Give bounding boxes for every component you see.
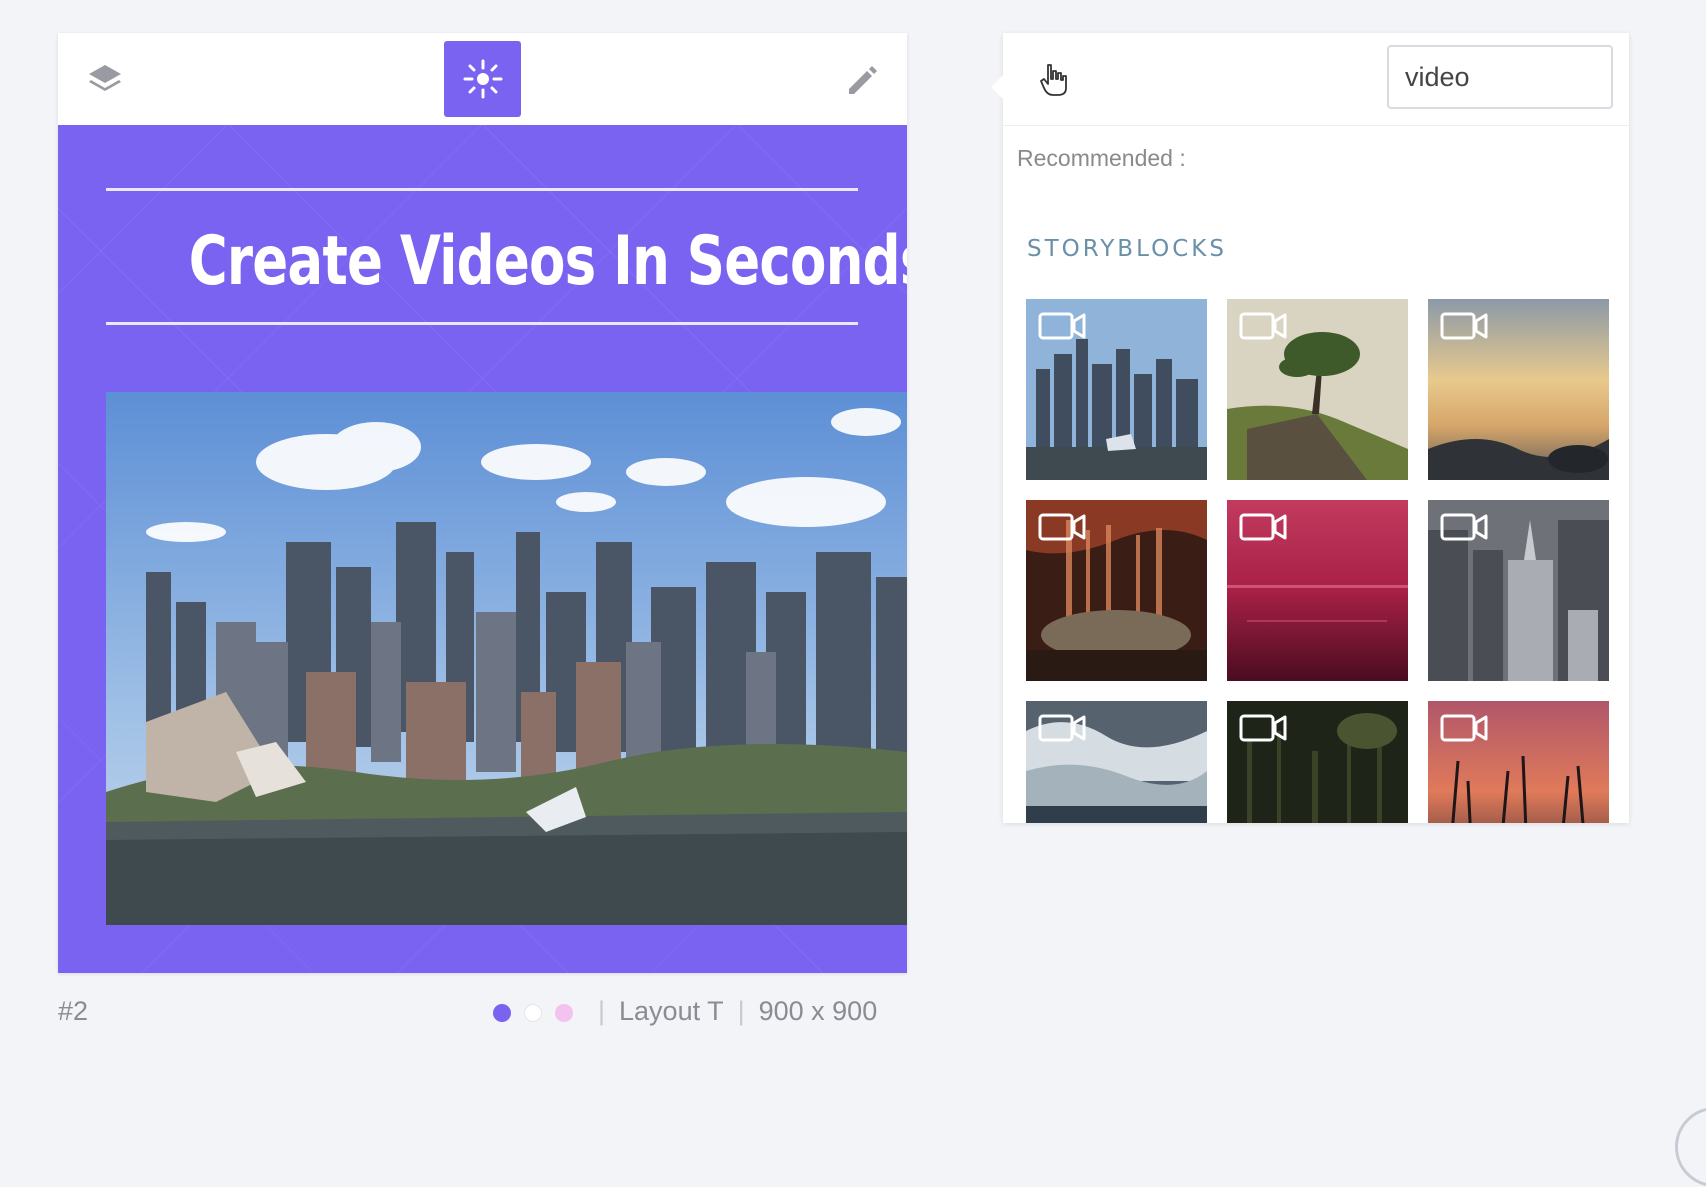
swatch-pink[interactable] (555, 1004, 573, 1022)
pencil-icon (848, 66, 877, 94)
headline-text[interactable]: Create Videos In Seconds (189, 221, 907, 303)
swatch-white[interactable] (524, 1004, 542, 1022)
design-canvas[interactable]: Create Videos In Seconds (58, 125, 907, 973)
recommended-label: Recommended : (1017, 145, 1186, 171)
layers-icon (88, 65, 121, 91)
video-camera-icon (1038, 513, 1086, 541)
video-tile-lone-tree[interactable] (1227, 299, 1408, 480)
separator: | (737, 996, 745, 1026)
effects-button[interactable] (444, 41, 521, 117)
video-tile-red-water[interactable] (1227, 500, 1408, 681)
slide-number: #2 (58, 996, 89, 1026)
video-tile-reeds-sunset[interactable] (1428, 701, 1609, 823)
media-search-panel: Recommended : STORYBLOCKS (991, 33, 1629, 823)
video-tile-aerial-buildings[interactable] (1428, 500, 1609, 681)
video-tile-ocean-waves[interactable] (1026, 701, 1207, 823)
video-camera-icon (1038, 714, 1086, 742)
video-camera-icon (1239, 513, 1287, 541)
editor-toolbar (58, 33, 907, 125)
video-camera-icon (1239, 312, 1287, 340)
swatch-purple[interactable] (493, 1004, 511, 1022)
video-tile-fire-waterfall[interactable] (1026, 500, 1207, 681)
separator: | (598, 996, 606, 1026)
media-search-input[interactable] (1387, 45, 1613, 109)
card-footer: #2 | Layout T | 900 x 900 (58, 990, 907, 1030)
city-video-frame[interactable] (106, 392, 907, 925)
video-tile-dark-forest[interactable] (1227, 701, 1408, 823)
video-camera-icon (1239, 714, 1287, 742)
video-tile-city-skyline[interactable] (1026, 299, 1207, 480)
panel-header (1003, 33, 1629, 126)
layers-button[interactable] (66, 41, 143, 117)
floating-action-button[interactable] (1675, 1107, 1706, 1187)
video-results-grid (1026, 299, 1609, 823)
video-tile-sunset-shore[interactable] (1428, 299, 1609, 480)
layout-label[interactable]: Layout T (619, 996, 724, 1027)
city-skyline-image (106, 392, 907, 925)
panel-pointer-arrow (991, 75, 1003, 99)
video-camera-icon (1440, 513, 1488, 541)
color-swatches (493, 1004, 573, 1022)
title-bottom-rule (106, 322, 858, 325)
video-camera-icon (1440, 714, 1488, 742)
edit-button[interactable] (822, 41, 899, 117)
dimensions-label: 900 x 900 (758, 996, 878, 1026)
sparkle-icon (463, 59, 502, 99)
video-camera-icon (1440, 312, 1488, 340)
footer-meta: | Layout T | 900 x 900 (598, 996, 877, 1027)
title-top-rule (106, 188, 858, 191)
provider-heading: STORYBLOCKS (1027, 236, 1227, 262)
hand-pointer-icon (1040, 64, 1067, 96)
editor-card: Create Videos In Seconds (58, 33, 907, 973)
video-camera-icon (1038, 312, 1086, 340)
